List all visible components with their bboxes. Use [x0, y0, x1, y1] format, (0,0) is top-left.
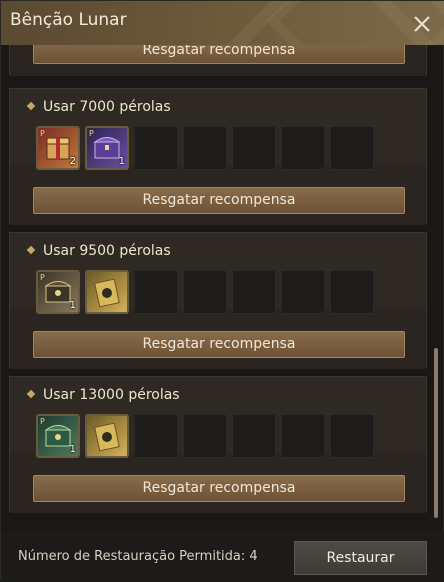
purple-chest-icon[interactable]: P1	[85, 126, 129, 170]
window-title: Bênção Lunar	[10, 10, 127, 30]
close-icon[interactable]	[411, 13, 433, 35]
empty-slot	[330, 414, 374, 458]
empty-slot	[330, 270, 374, 314]
claim-reward-button[interactable]: Resgatar recompensa	[33, 45, 405, 64]
reward-requirement: Usar 9500 pérolas	[26, 243, 171, 259]
moon-blessing-window: Bênção Lunar Resgatar recompensa Usar 70…	[0, 0, 444, 582]
reward-panel: Resgatar recompensa	[9, 45, 427, 76]
claim-reward-button[interactable]: Resgatar recompensa	[33, 187, 405, 214]
restore-count-label: Número de Restauração Permitida: 4	[18, 549, 258, 564]
diamond-bullet-icon	[26, 389, 36, 399]
reward-list[interactable]: Resgatar recompensa Usar 7000 pérolas P2…	[1, 45, 444, 531]
gold-ticket-icon[interactable]	[85, 270, 129, 314]
reward-requirement: Usar 13000 pérolas	[26, 387, 180, 403]
reward-panel: Usar 9500 pérolas P1 Resgatar recompensa	[9, 232, 427, 369]
dark-chest-icon[interactable]: P1	[36, 270, 80, 314]
title-bar: Bênção Lunar	[1, 1, 444, 45]
reward-panel: Usar 7000 pérolas P2 P1 Resgatar recompe…	[9, 88, 427, 225]
empty-slot	[281, 126, 325, 170]
reward-requirement: Usar 7000 pérolas	[26, 99, 171, 115]
empty-slot	[232, 270, 276, 314]
red-gift-chest-icon[interactable]: P2	[36, 126, 80, 170]
scrollbar-thumb[interactable]	[434, 348, 438, 518]
footer-bar: Número de Restauração Permitida: 4 Resta…	[1, 531, 444, 582]
empty-slot	[183, 414, 227, 458]
empty-slot	[232, 126, 276, 170]
diamond-bullet-icon	[26, 245, 36, 255]
empty-slot	[281, 414, 325, 458]
empty-slot	[134, 126, 178, 170]
green-chest-icon[interactable]: P1	[36, 414, 80, 458]
gold-ticket-icon[interactable]	[85, 414, 129, 458]
empty-slot	[330, 126, 374, 170]
claim-reward-button[interactable]: Resgatar recompensa	[33, 331, 405, 358]
empty-slot	[232, 414, 276, 458]
restore-button[interactable]: Restaurar	[294, 541, 427, 575]
claim-reward-button[interactable]: Resgatar recompensa	[33, 475, 405, 502]
diamond-bullet-icon	[26, 101, 36, 111]
empty-slot	[281, 270, 325, 314]
empty-slot	[134, 414, 178, 458]
empty-slot	[183, 270, 227, 314]
empty-slot	[183, 126, 227, 170]
empty-slot	[134, 270, 178, 314]
reward-panel: Usar 13000 pérolas P1 Resgatar recompens…	[9, 376, 427, 513]
